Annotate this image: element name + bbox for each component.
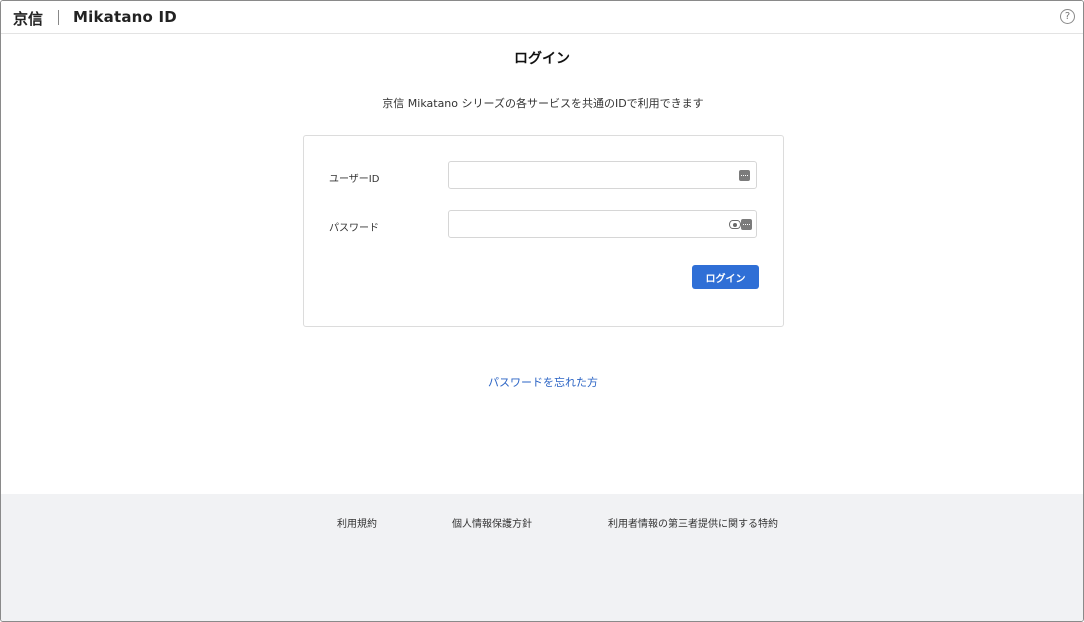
page-title: ログイン — [514, 51, 570, 67]
footer-link-third-party-terms[interactable]: 利用者情報の第三者提供に関する特約 — [608, 515, 778, 530]
help-icon[interactable]: ? — [1060, 9, 1075, 24]
password-manager-icon[interactable] — [741, 219, 752, 230]
footer-link-terms[interactable]: 利用規約 — [337, 515, 377, 530]
brand-mikatano-id-logo: Mikatano ID — [73, 8, 177, 26]
password-input[interactable] — [448, 210, 757, 238]
password-manager-icon[interactable] — [739, 170, 750, 181]
brand-kyoshin-logo: 京信 — [13, 10, 44, 28]
footer: 利用規約 個人情報保護方針 利用者情報の第三者提供に関する特約 — [1, 494, 1083, 621]
user-id-label: ユーザーID — [329, 174, 380, 185]
show-password-eye-icon[interactable] — [729, 220, 741, 229]
page-subtitle: 京信 Mikatano シリーズの各サービスを共通のIDで利用できます — [382, 97, 704, 110]
login-form-card: ユーザーID パスワード ログイン — [303, 135, 784, 327]
user-id-input[interactable] — [448, 161, 757, 189]
brand-divider — [58, 10, 59, 25]
login-button[interactable]: ログイン — [692, 265, 759, 289]
login-window: 京信 Mikatano ID ? ログイン 京信 Mikatano シリーズの各… — [0, 0, 1084, 622]
forgot-password-link[interactable]: パスワードを忘れた方 — [1, 374, 1083, 390]
top-header: 京信 Mikatano ID ? — [1, 1, 1083, 34]
password-label: パスワード — [329, 223, 379, 234]
footer-link-privacy-policy[interactable]: 個人情報保護方針 — [452, 515, 532, 530]
